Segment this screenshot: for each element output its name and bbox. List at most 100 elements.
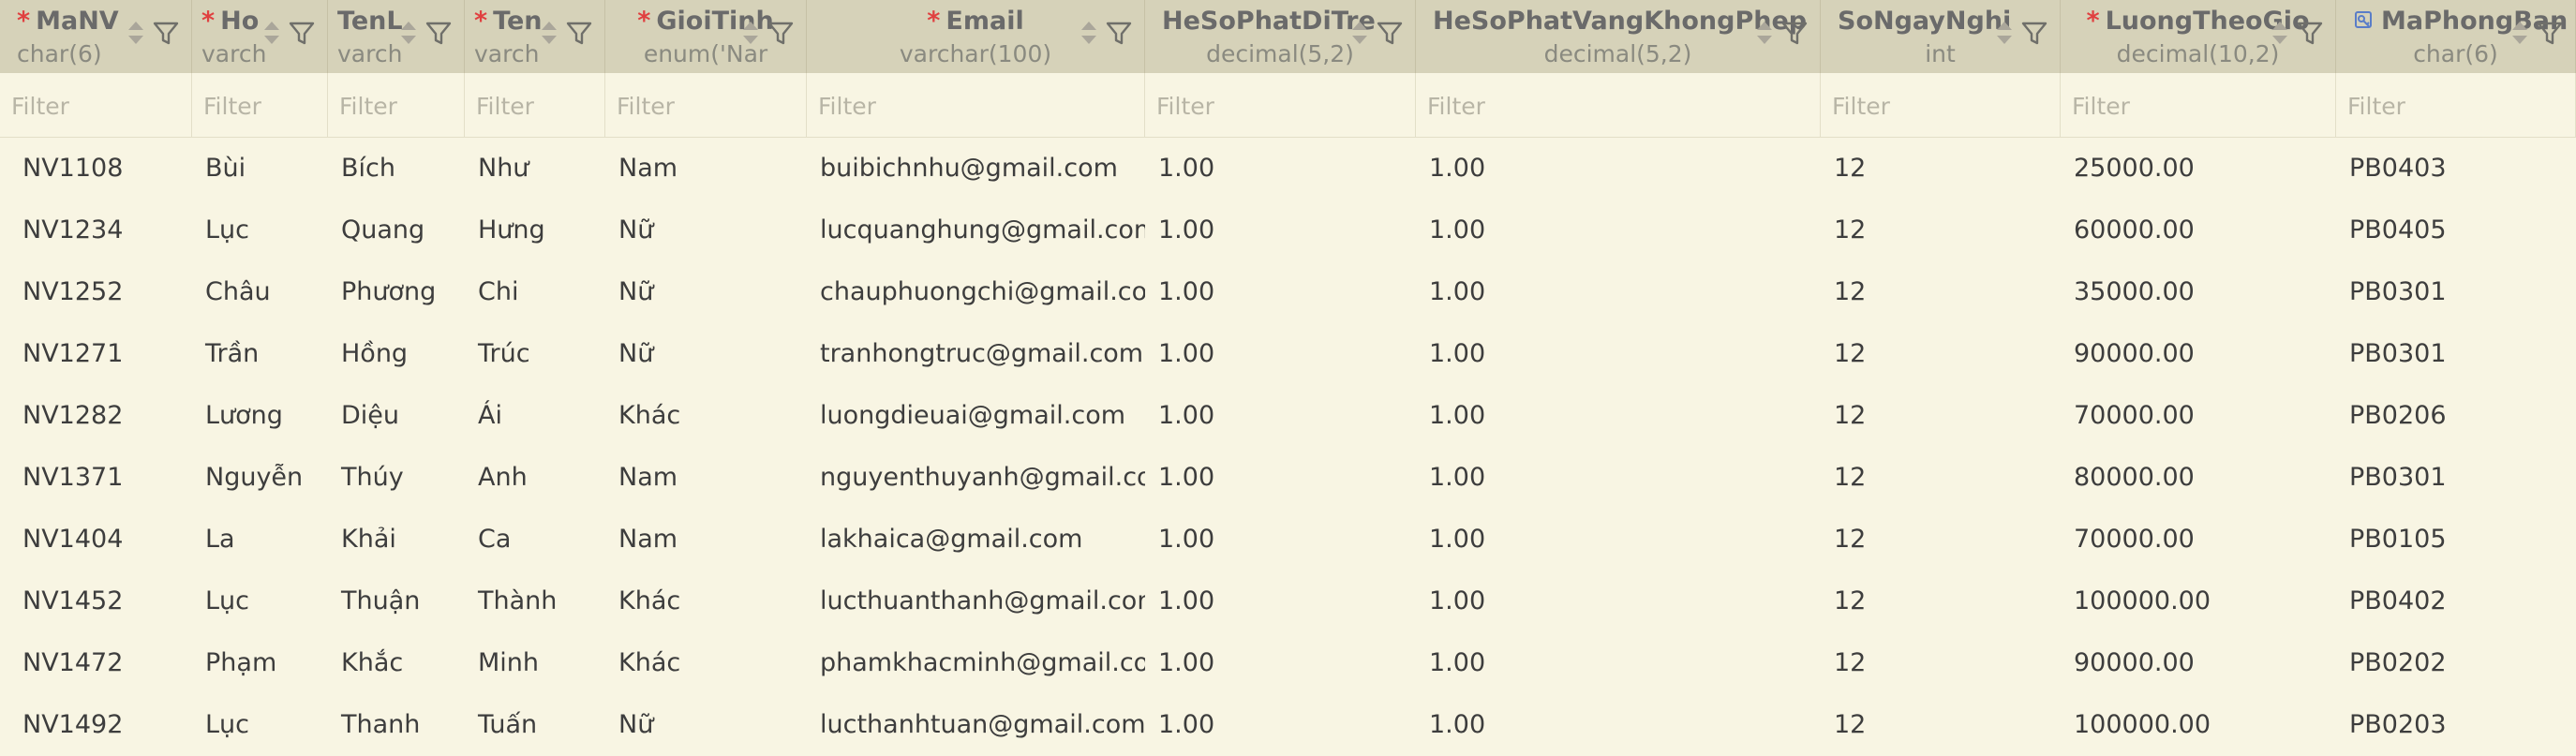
cell-songaynghi[interactable]: 12 xyxy=(1821,632,2061,694)
cell-songaynghi[interactable]: 12 xyxy=(1821,323,2061,385)
cell-hesophatditre[interactable]: 1.00 xyxy=(1145,261,1416,323)
cell-hesophatditre[interactable]: 1.00 xyxy=(1145,509,1416,571)
filter-input-luongtheogio[interactable] xyxy=(2070,86,2330,126)
cell-hesophatvangkhongphep[interactable]: 1.00 xyxy=(1416,632,1821,694)
filter-icon[interactable] xyxy=(2536,19,2564,47)
cell-email[interactable]: lucthanhtuan@gmail.com xyxy=(807,694,1145,756)
table-row[interactable]: NV1404 La Khải Ca Nam lakhaica@gmail.com 1.00 1… xyxy=(0,509,2576,571)
cell-hesophatvangkhongphep[interactable]: 1.00 xyxy=(1416,138,1821,200)
cell-ten[interactable]: Trúc xyxy=(465,323,605,385)
cell-hesophatditre[interactable]: 1.00 xyxy=(1145,138,1416,200)
cell-email[interactable]: lakhaica@gmail.com xyxy=(807,509,1145,571)
cell-luongtheogio[interactable]: 70000.00 xyxy=(2061,385,2336,447)
cell-ten[interactable]: Như xyxy=(465,138,605,200)
cell-email[interactable]: chauphuongchi@gmail.com xyxy=(807,261,1145,323)
cell-manv[interactable]: NV1492 xyxy=(0,694,192,756)
cell-songaynghi[interactable]: 12 xyxy=(1821,571,2061,632)
cell-manv[interactable]: NV1472 xyxy=(0,632,192,694)
table-row[interactable]: NV1452 Lục Thuận Thành Khác lucthuanthanh@gma… xyxy=(0,571,2576,632)
cell-hesophatditre[interactable]: 1.00 xyxy=(1145,694,1416,756)
filter-input-email[interactable] xyxy=(816,86,1139,126)
cell-manv[interactable]: NV1452 xyxy=(0,571,192,632)
filter-icon[interactable] xyxy=(288,19,316,47)
cell-songaynghi[interactable]: 12 xyxy=(1821,385,2061,447)
cell-luongtheogio[interactable]: 90000.00 xyxy=(2061,632,2336,694)
cell-tenl[interactable]: Thúy xyxy=(328,447,465,509)
cell-manv[interactable]: NV1371 xyxy=(0,447,192,509)
cell-ten[interactable]: Ái xyxy=(465,385,605,447)
cell-songaynghi[interactable]: 12 xyxy=(1821,509,2061,571)
cell-hesophatvangkhongphep[interactable]: 1.00 xyxy=(1416,571,1821,632)
cell-tenl[interactable]: Diệu xyxy=(328,385,465,447)
filter-input-ten[interactable] xyxy=(474,86,599,126)
cell-songaynghi[interactable]: 12 xyxy=(1821,200,2061,261)
cell-ten[interactable]: Tuấn xyxy=(465,694,605,756)
filter-input-maphongban[interactable] xyxy=(2345,86,2569,126)
table-row[interactable]: NV1472 Phạm Khắc Minh Khác phamkhacminh@gmail… xyxy=(0,632,2576,694)
cell-gioitinh[interactable]: Khác xyxy=(605,571,807,632)
cell-maphongban[interactable]: PB0301 xyxy=(2336,447,2576,509)
filter-icon[interactable] xyxy=(2296,19,2324,47)
filter-icon[interactable] xyxy=(767,19,795,47)
table-row[interactable]: NV1371 Nguyễn Thúy Anh Nam nguyenthuyanh@gmai… xyxy=(0,447,2576,509)
cell-hesophatditre[interactable]: 1.00 xyxy=(1145,385,1416,447)
filter-input-gioitinh[interactable] xyxy=(615,86,800,126)
cell-gioitinh[interactable]: Khác xyxy=(605,632,807,694)
cell-gioitinh[interactable]: Nữ xyxy=(605,261,807,323)
cell-hesophatditre[interactable]: 1.00 xyxy=(1145,323,1416,385)
cell-luongtheogio[interactable]: 25000.00 xyxy=(2061,138,2336,200)
sort-icon[interactable] xyxy=(1754,19,1775,47)
cell-ten[interactable]: Chi xyxy=(465,261,605,323)
cell-luongtheogio[interactable]: 90000.00 xyxy=(2061,323,2336,385)
sort-icon[interactable] xyxy=(261,19,282,47)
sort-icon[interactable] xyxy=(2509,19,2530,47)
sort-icon[interactable] xyxy=(1079,19,1099,47)
cell-maphongban[interactable]: PB0402 xyxy=(2336,571,2576,632)
cell-hesophatditre[interactable]: 1.00 xyxy=(1145,632,1416,694)
cell-hesophatvangkhongphep[interactable]: 1.00 xyxy=(1416,694,1821,756)
cell-hesophatvangkhongphep[interactable]: 1.00 xyxy=(1416,261,1821,323)
cell-tenl[interactable]: Phương xyxy=(328,261,465,323)
cell-luongtheogio[interactable]: 100000.00 xyxy=(2061,571,2336,632)
column-header-luongtheogio[interactable]: * LuongTheoGio decimal(10,2) xyxy=(2061,0,2336,73)
table-row[interactable]: NV1108 Bùi Bích Như Nam buibichnhu@gmail.com 1… xyxy=(0,138,2576,200)
sort-icon[interactable] xyxy=(2270,19,2290,47)
cell-gioitinh[interactable]: Nữ xyxy=(605,200,807,261)
table-row[interactable]: NV1234 Lục Quang Hưng Nữ lucquanghung@gmail.c… xyxy=(0,200,2576,261)
cell-hesophatvangkhongphep[interactable]: 1.00 xyxy=(1416,447,1821,509)
cell-maphongban[interactable]: PB0206 xyxy=(2336,385,2576,447)
cell-maphongban[interactable]: PB0202 xyxy=(2336,632,2576,694)
column-header-ten[interactable]: * Ten varch xyxy=(465,0,605,73)
cell-tenl[interactable]: Bích xyxy=(328,138,465,200)
cell-hesophatditre[interactable]: 1.00 xyxy=(1145,200,1416,261)
cell-maphongban[interactable]: PB0405 xyxy=(2336,200,2576,261)
filter-input-manv[interactable] xyxy=(9,86,186,126)
filter-input-songaynghi[interactable] xyxy=(1830,86,2054,126)
filter-input-ho[interactable] xyxy=(201,86,321,126)
sort-icon[interactable] xyxy=(398,19,419,47)
column-header-maphongban[interactable]: MaPhongBan char(6) xyxy=(2336,0,2576,73)
cell-maphongban[interactable]: PB0301 xyxy=(2336,261,2576,323)
table-row[interactable]: NV1282 Lương Diệu Ái Khác luongdieuai@gmail.c… xyxy=(0,385,2576,447)
column-header-email[interactable]: * Email varchar(100) xyxy=(807,0,1145,73)
cell-email[interactable]: luongdieuai@gmail.com xyxy=(807,385,1145,447)
cell-tenl[interactable]: Khải xyxy=(328,509,465,571)
cell-manv[interactable]: NV1271 xyxy=(0,323,192,385)
cell-ho[interactable]: Lục xyxy=(192,571,328,632)
filter-icon[interactable] xyxy=(424,19,453,47)
cell-ho[interactable]: Châu xyxy=(192,261,328,323)
cell-email[interactable]: tranhongtruc@gmail.com xyxy=(807,323,1145,385)
cell-email[interactable]: lucquanghung@gmail.com xyxy=(807,200,1145,261)
cell-songaynghi[interactable]: 12 xyxy=(1821,447,2061,509)
cell-maphongban[interactable]: PB0301 xyxy=(2336,323,2576,385)
cell-email[interactable]: lucthuanthanh@gmail.com xyxy=(807,571,1145,632)
cell-gioitinh[interactable]: Nam xyxy=(605,509,807,571)
cell-email[interactable]: phamkhacminh@gmail.com xyxy=(807,632,1145,694)
cell-manv[interactable]: NV1234 xyxy=(0,200,192,261)
column-header-hesophatditre[interactable]: HeSoPhatDiTre decimal(5,2) xyxy=(1145,0,1416,73)
cell-maphongban[interactable]: PB0203 xyxy=(2336,694,2576,756)
cell-ho[interactable]: Lục xyxy=(192,200,328,261)
column-header-tenl[interactable]: TenL varch xyxy=(328,0,465,73)
cell-gioitinh[interactable]: Nam xyxy=(605,447,807,509)
filter-input-hesophatvangkhongphep[interactable] xyxy=(1425,86,1814,126)
